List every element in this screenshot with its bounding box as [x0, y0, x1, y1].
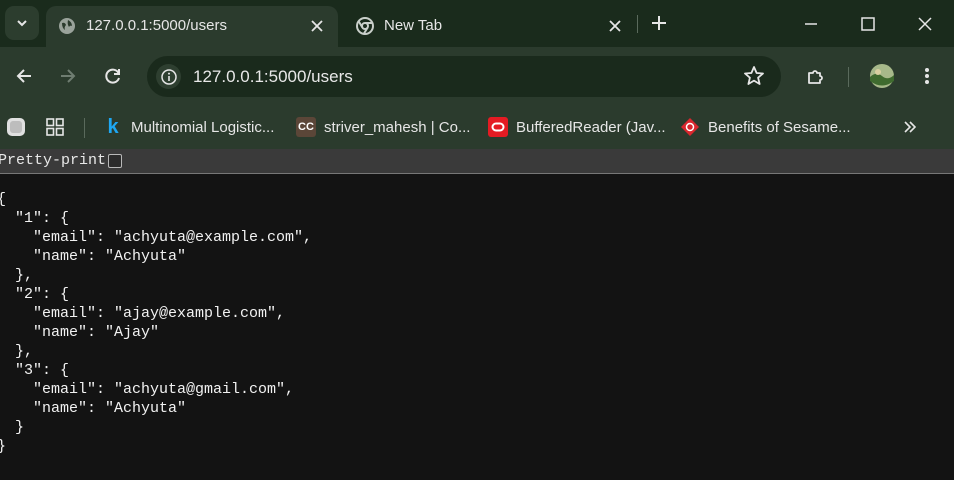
profile-button[interactable] — [867, 61, 897, 91]
bookmark-label: Benefits of Sesame... — [708, 118, 851, 136]
tab-close-button[interactable] — [306, 15, 328, 37]
close-window-button[interactable] — [897, 8, 953, 40]
reload-button[interactable] — [98, 61, 128, 91]
bookmark-star-icon[interactable] — [743, 65, 765, 87]
bookmark-benefits-sesame[interactable]: Benefits of Sesame... — [680, 115, 851, 139]
pretty-print-bar: Pretty-print — [0, 149, 954, 174]
close-icon — [609, 20, 621, 32]
maximize-button[interactable] — [840, 8, 896, 40]
close-icon — [918, 17, 932, 31]
tab-search-button[interactable] — [5, 6, 39, 40]
kebab-menu-icon — [925, 68, 929, 84]
maximize-icon — [861, 17, 875, 31]
close-icon — [311, 20, 323, 32]
chrome-icon — [356, 17, 374, 35]
bookmark-bufferedreader[interactable]: BufferedReader (Jav... — [488, 115, 666, 139]
tab-new-tab[interactable]: New Tab — [344, 6, 636, 47]
double-chevron-right-icon — [904, 121, 917, 133]
chevron-down-icon — [17, 20, 27, 27]
bookmarks-bar: k Multinomial Logistic... CC striver_mah… — [0, 105, 954, 149]
info-icon — [160, 68, 177, 85]
toolbar-separator — [848, 67, 849, 87]
pretty-print-label: Pretty-print — [0, 152, 107, 169]
minimize-icon — [805, 23, 817, 25]
browser-tab-strip: 127.0.0.1:5000/users New Tab — [0, 0, 954, 47]
arrow-left-icon — [16, 69, 31, 83]
address-url[interactable]: 127.0.0.1:5000/users — [193, 67, 353, 87]
bookmark-multinomial[interactable]: k Multinomial Logistic... — [103, 115, 274, 139]
diamond-icon — [680, 117, 700, 137]
oracle-icon — [488, 117, 508, 137]
bookmark-striver[interactable]: CC striver_mahesh | Co... — [296, 115, 470, 139]
tab-separator — [637, 15, 638, 33]
puzzle-icon — [808, 70, 823, 84]
globe-icon — [59, 18, 75, 34]
plus-icon — [652, 16, 666, 30]
tab-groups-button[interactable] — [4, 115, 28, 139]
tab-title: New Tab — [384, 17, 443, 34]
address-bar[interactable]: 127.0.0.1:5000/users — [147, 56, 781, 97]
rounded-square-icon — [7, 118, 25, 136]
arrow-right-icon — [61, 69, 76, 83]
pretty-print-checkbox[interactable] — [108, 154, 122, 168]
tab-close-button[interactable] — [604, 15, 626, 37]
bookmark-label: striver_mahesh | Co... — [324, 118, 471, 136]
forward-button[interactable] — [53, 61, 83, 91]
apps-button[interactable] — [43, 115, 67, 139]
avatar — [870, 64, 894, 88]
menu-button[interactable] — [912, 61, 942, 91]
minimize-button[interactable] — [783, 8, 839, 40]
apps-grid-icon — [46, 118, 64, 136]
page-content: Pretty-print { "1": { "email": "achyuta@… — [0, 149, 954, 480]
reload-icon — [105, 68, 120, 84]
tab-users[interactable]: 127.0.0.1:5000/users — [46, 6, 338, 47]
back-button[interactable] — [9, 61, 39, 91]
tab-title: 127.0.0.1:5000/users — [86, 17, 227, 34]
more-bookmarks-button[interactable] — [898, 115, 922, 139]
browser-toolbar: 127.0.0.1:5000/users — [0, 47, 954, 105]
site-info-button[interactable] — [156, 64, 181, 89]
extensions-button[interactable] — [801, 61, 831, 91]
bookmark-label: Multinomial Logistic... — [131, 118, 275, 136]
codechef-icon: CC — [296, 117, 316, 137]
new-tab-button[interactable] — [647, 11, 671, 35]
bookmark-label: BufferedReader (Jav... — [516, 118, 666, 136]
json-body: { "1": { "email": "achyuta@example.com",… — [0, 191, 313, 455]
k-letter-icon: k — [107, 115, 119, 138]
bookmarks-separator — [84, 118, 85, 138]
